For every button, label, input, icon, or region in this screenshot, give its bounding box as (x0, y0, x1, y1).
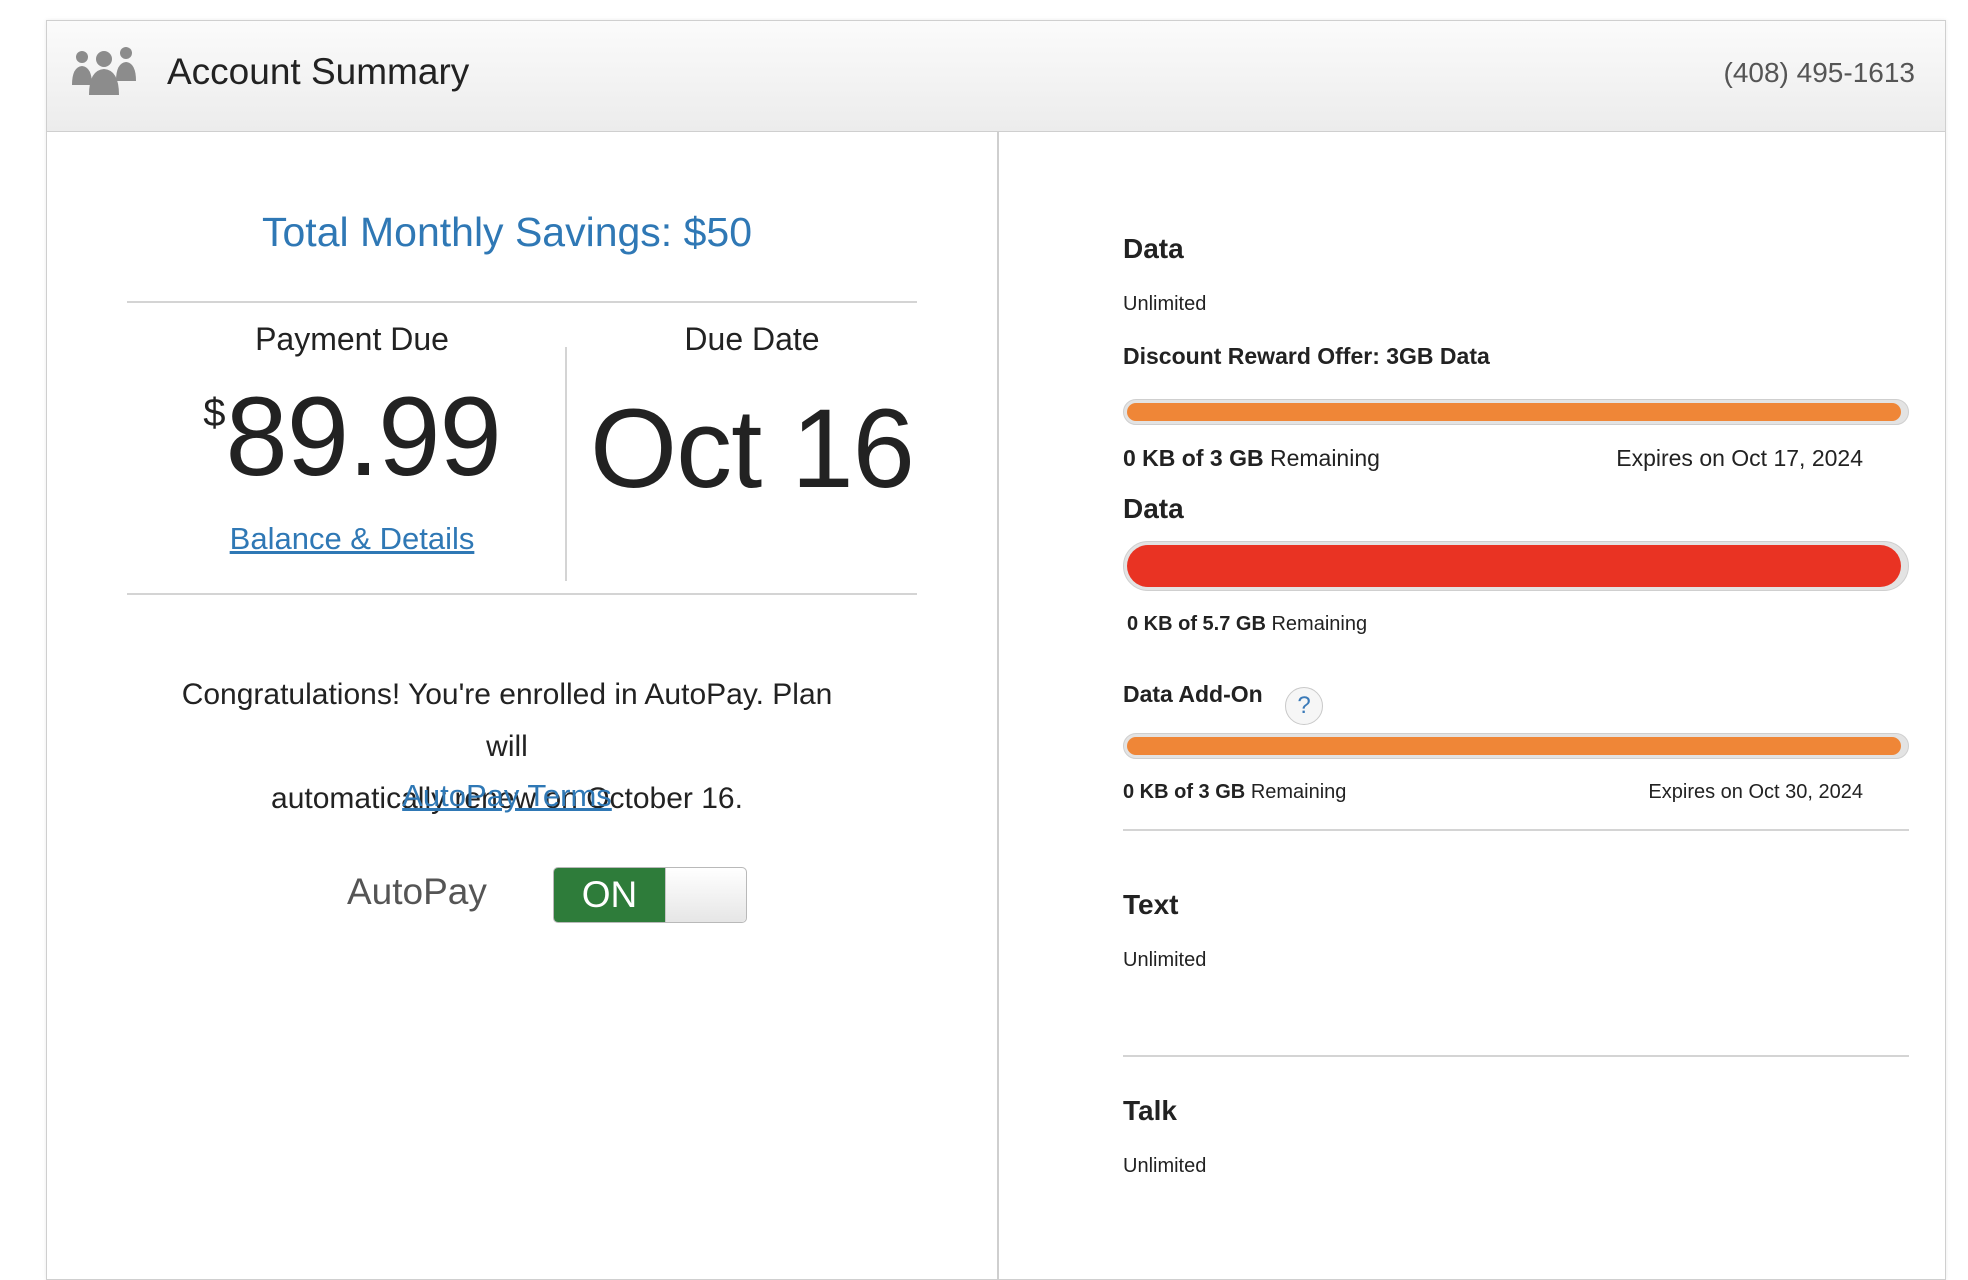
data-value: Unlimited (1123, 293, 1207, 315)
remaining-word: Remaining (1250, 781, 1347, 803)
divider (127, 593, 917, 595)
discount-offer-title: Discount Reward Offer: 3GB Data (1123, 343, 1490, 369)
balance-link-wrap: Balance & Details (172, 521, 532, 557)
toggle-knob[interactable] (665, 868, 746, 922)
discount-used: 0 KB of 3 GB (1123, 445, 1264, 471)
text-value: Unlimited (1123, 949, 1207, 971)
currency-symbol: $ (203, 391, 226, 435)
account-summary-card: Account Summary (408) 495-1613 Total Mon… (46, 20, 1946, 1280)
autopay-terms-link[interactable]: AutoPay Terms (402, 778, 612, 813)
due-date-value: Oct 16 (590, 386, 915, 511)
autopay-label: AutoPay (347, 871, 487, 912)
data-usage-text: 0 KB of 5.7 GB Remaining (1127, 613, 1367, 636)
column-divider (997, 131, 999, 1279)
toggle-on-label: ON (554, 868, 665, 922)
due-date-label: Due Date (684, 321, 820, 357)
data2-title: Data (1123, 493, 1184, 524)
discount-usage-text: 0 KB of 3 GB Remaining (1123, 445, 1380, 472)
addon-usage-bar (1123, 733, 1909, 759)
autopay-message-line: Congratulations! You're enrolled in Auto… (181, 678, 833, 763)
data-used: 0 KB of 5.7 GB (1127, 613, 1266, 635)
addon-title: Data Add-On (1123, 681, 1263, 707)
divider (127, 301, 917, 303)
autopay-terms-wrap: AutoPay Terms (157, 778, 857, 814)
data-usage-bar (1123, 541, 1909, 591)
data-usage-fill (1127, 545, 1902, 587)
payment-due-label: Payment Due (255, 321, 449, 357)
help-icon[interactable]: ? (1285, 687, 1323, 725)
balance-details-link[interactable]: Balance & Details (230, 521, 475, 556)
phone-number: (408) 495-1613 (1723, 57, 1915, 88)
addon-expires: Expires on Oct 30, 2024 (1648, 781, 1863, 803)
addon-usage-fill (1127, 737, 1902, 755)
addon-used: 0 KB of 3 GB (1123, 781, 1246, 803)
total-savings: Total Monthly Savings: $50 (262, 209, 752, 255)
page-title: Account Summary (167, 51, 470, 92)
divider (1123, 1055, 1909, 1057)
addon-usage-text: 0 KB of 3 GB Remaining (1123, 781, 1346, 804)
remaining-word: Remaining (1269, 445, 1380, 471)
discount-expires: Expires on Oct 17, 2024 (1616, 445, 1863, 471)
discount-usage-fill (1127, 403, 1902, 421)
divider (1123, 829, 1909, 831)
discount-usage-bar (1123, 399, 1909, 425)
talk-title: Talk (1123, 1095, 1177, 1126)
payment-amount: $89.99 (172, 381, 532, 493)
autopay-toggle[interactable]: ON (553, 867, 747, 923)
people-icon (72, 47, 136, 95)
card-header: Account Summary (408) 495-1613 (47, 21, 1945, 132)
amount-value: 89.99 (225, 374, 501, 499)
text-title: Text (1123, 889, 1179, 920)
data-title: Data (1123, 233, 1184, 264)
talk-value: Unlimited (1123, 1155, 1207, 1177)
remaining-word: Remaining (1271, 613, 1368, 635)
